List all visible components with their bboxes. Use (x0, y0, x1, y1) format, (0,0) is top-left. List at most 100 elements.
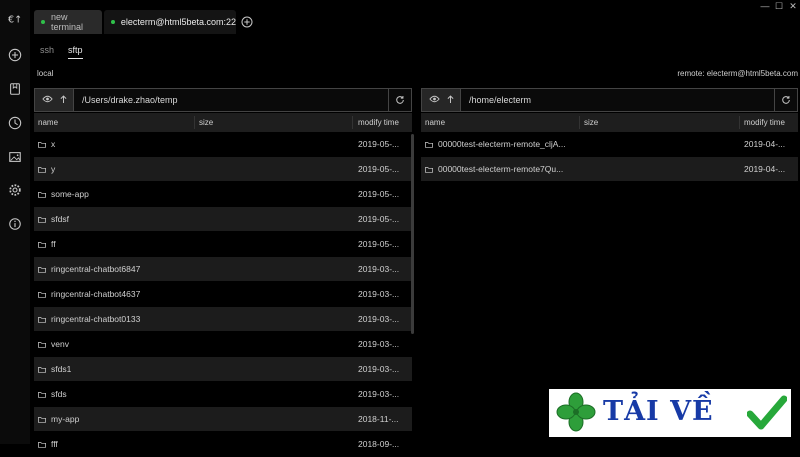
file-modified: 2018-09-... (358, 439, 400, 449)
close-button[interactable]: ✕ (786, 0, 800, 12)
file-row[interactable]: my-app 2018-11-... (34, 407, 412, 431)
image-icon[interactable] (5, 147, 25, 167)
tai-ve-watermark: TẢI VỀ (549, 389, 791, 437)
refresh-icon[interactable] (388, 89, 411, 111)
path-tools (35, 89, 74, 111)
file-row[interactable]: x 2019-05-... (34, 132, 412, 156)
file-name: 00000test-electerm-remote_cljA... (425, 132, 566, 156)
eye-icon[interactable] (428, 95, 440, 105)
bookmark-icon[interactable] (5, 79, 25, 99)
file-row[interactable]: venv 2019-03-... (34, 332, 412, 356)
file-name-text: ringcentral-chatbot6847 (51, 264, 141, 274)
file-row[interactable]: ringcentral-chatbot6847 2019-03-... (34, 257, 412, 281)
file-name-text: sfdsf (51, 214, 69, 224)
file-name-text: 00000test-electerm-remote_cljA... (438, 139, 566, 149)
window-controls: — ☐ ✕ (758, 0, 800, 12)
file-name: sfdsf (38, 207, 69, 231)
file-row[interactable]: fff 2018-09-... (34, 432, 412, 456)
folder-icon (425, 141, 433, 148)
mode-switch: ssh sftp (40, 45, 83, 59)
file-modified: 2019-05-... (358, 239, 400, 249)
file-modified: 2019-05-... (358, 189, 400, 199)
clover-icon (556, 392, 596, 432)
file-name-text: 00000test-electerm-remote7Qu... (438, 164, 564, 174)
file-modified: 2019-05-... (358, 164, 400, 174)
file-name: my-app (38, 407, 79, 431)
folder-icon (38, 441, 46, 448)
col-modify-time[interactable]: modify time (744, 113, 785, 132)
gear-icon[interactable] (5, 180, 25, 200)
col-size[interactable]: size (584, 113, 598, 132)
file-name-text: y (51, 164, 56, 174)
info-icon[interactable] (5, 214, 25, 234)
file-modified: 2019-03-... (358, 389, 400, 399)
file-name-text: some-app (51, 189, 89, 199)
remote-path-input[interactable]: /home/electerm (461, 95, 774, 105)
folder-icon (38, 341, 46, 348)
local-path-bar: /Users/drake.zhao/temp (34, 88, 412, 112)
tab-bar: new terminal electerm@html5beta.com:22 —… (30, 0, 800, 36)
folder-icon (38, 366, 46, 373)
status-dot (111, 20, 115, 24)
file-modified: 2019-03-... (358, 364, 400, 374)
col-name[interactable]: name (425, 113, 445, 132)
file-modified: 2019-03-... (358, 314, 400, 324)
file-name-text: venv (51, 339, 69, 349)
file-row[interactable]: ringcentral-chatbot0133 2019-03-... (34, 307, 412, 331)
tab-label: electerm@html5beta.com:22 (120, 17, 236, 27)
file-row[interactable]: ff 2019-05-... (34, 232, 412, 256)
tab-electerm-session[interactable]: electerm@html5beta.com:22 (104, 10, 236, 34)
file-name: y (38, 157, 55, 181)
tab-ssh[interactable]: ssh (40, 45, 54, 59)
file-row[interactable]: y 2019-05-... (34, 157, 412, 181)
sidebar: €↑ (0, 0, 30, 444)
local-pane: /Users/drake.zhao/temp name size modify … (34, 88, 414, 449)
eye-icon[interactable] (41, 95, 53, 105)
scrollbar[interactable] (411, 134, 414, 334)
file-row[interactable]: sfdsf 2019-05-... (34, 207, 412, 231)
folder-icon (38, 241, 46, 248)
file-name: ringcentral-chatbot4637 (38, 282, 140, 306)
file-name: ff (38, 232, 56, 256)
electerm-logo-icon[interactable]: €↑ (5, 9, 25, 29)
file-modified: 2019-03-... (358, 289, 400, 299)
file-row[interactable]: 00000test-electerm-remote7Qu... 2019-04-.… (421, 157, 798, 181)
tab-label: new terminal (51, 12, 84, 32)
maximize-button[interactable]: ☐ (772, 0, 786, 12)
folder-icon (38, 166, 46, 173)
history-icon[interactable] (5, 113, 25, 133)
file-row[interactable]: 00000test-electerm-remote_cljA... 2019-04… (421, 132, 798, 156)
tab-new-terminal[interactable]: new terminal (34, 10, 102, 34)
file-modified: 2018-11-... (358, 414, 399, 424)
folder-icon (425, 166, 433, 173)
col-modify-time[interactable]: modify time (358, 113, 399, 132)
local-header: local (37, 69, 54, 78)
folder-icon (38, 416, 46, 423)
file-name: x (38, 132, 55, 156)
arrow-up-icon[interactable] (447, 94, 454, 106)
file-row[interactable]: sfds1 2019-03-... (34, 357, 412, 381)
add-tab-icon[interactable] (241, 16, 253, 28)
refresh-icon[interactable] (774, 89, 797, 111)
minimize-button[interactable]: — (758, 0, 772, 12)
remote-path-bar: /home/electerm (421, 88, 798, 112)
file-row[interactable]: some-app 2019-05-... (34, 182, 412, 206)
status-dot (41, 20, 45, 24)
col-size[interactable]: size (199, 113, 213, 132)
col-name[interactable]: name (38, 113, 58, 132)
file-modified: 2019-04-... (744, 139, 786, 149)
file-name-text: ringcentral-chatbot4637 (51, 289, 141, 299)
local-path-input[interactable]: /Users/drake.zhao/temp (74, 95, 388, 105)
remote-header: remote: electerm@html5beta.com (677, 69, 798, 78)
file-name-text: fff (51, 439, 58, 449)
add-circle-icon[interactable] (5, 45, 25, 65)
arrow-up-icon[interactable] (60, 94, 67, 106)
tab-sftp[interactable]: sftp (68, 45, 83, 59)
local-column-header: name size modify time (34, 113, 412, 132)
file-modified: 2019-03-... (358, 339, 400, 349)
file-name-text: x (51, 139, 56, 149)
file-row[interactable]: ringcentral-chatbot4637 2019-03-... (34, 282, 412, 306)
folder-icon (38, 216, 46, 223)
file-name: fff (38, 432, 58, 456)
file-row[interactable]: sfds 2019-03-... (34, 382, 412, 406)
